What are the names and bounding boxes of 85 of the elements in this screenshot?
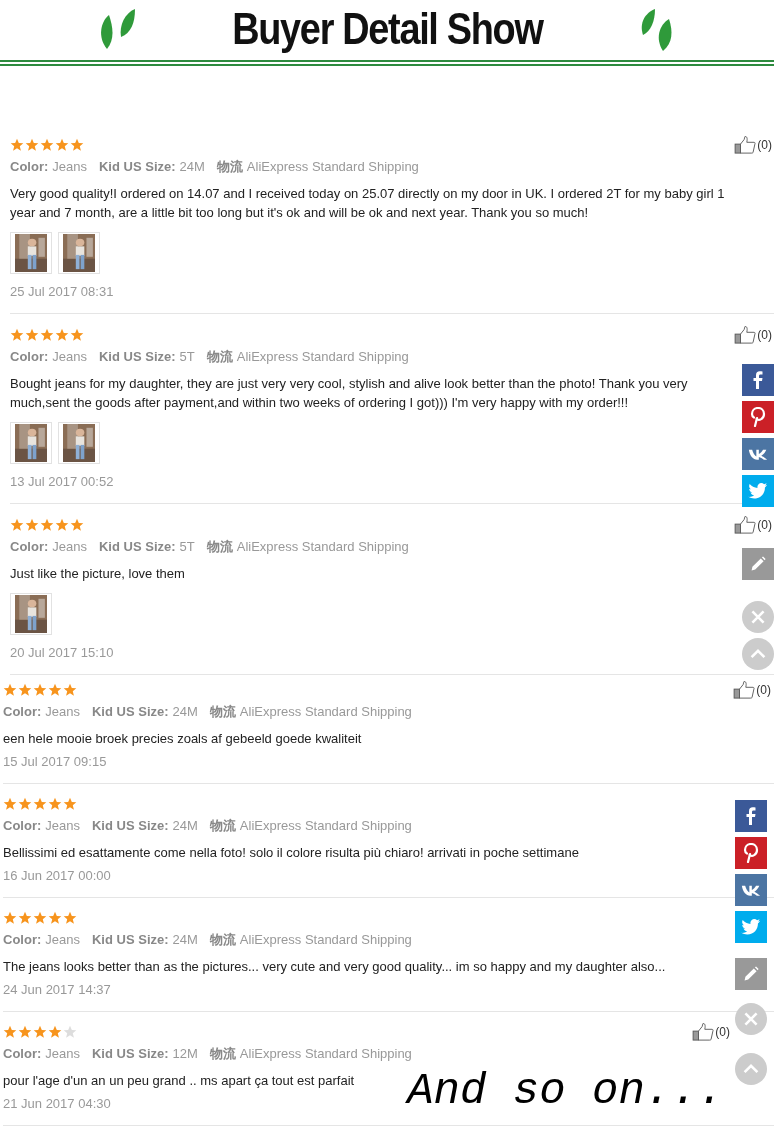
vk-button[interactable] — [742, 438, 774, 470]
shipping-label: 物流 — [206, 349, 233, 364]
shipping-label: 物流 — [216, 159, 243, 174]
review-text: een hele mooie broek precies zoals af gebeeld goede kwaliteit — [3, 730, 362, 748]
pinterest-button[interactable] — [742, 401, 774, 433]
pencil-icon — [750, 556, 766, 572]
close-icon — [743, 1011, 759, 1027]
color-label: Color: — [3, 1046, 42, 1061]
thumbs-up-icon[interactable] — [733, 681, 756, 699]
like-count: (0) — [756, 683, 771, 697]
color-value: Jeans — [45, 818, 80, 833]
bird-icon — [741, 917, 761, 937]
shipping-value: AliExpress Standard Shipping — [239, 1046, 412, 1061]
size-label: Kid US Size: — [99, 159, 176, 174]
color-value: Jeans — [52, 159, 87, 174]
size-value: 24M — [172, 704, 198, 719]
color-label: Color: — [3, 704, 42, 719]
review-date: 13 Jul 2017 00:52 — [10, 474, 114, 489]
thumbs-up-icon[interactable] — [734, 136, 757, 154]
edit-button[interactable] — [735, 958, 767, 990]
review-date: 24 Jun 2017 14:37 — [3, 982, 111, 997]
close-icon — [750, 609, 766, 625]
review-text: Bellissimi ed esattamente come nella foto! solo il colore risulta più chiaro! arrivati in poche settimane — [3, 844, 579, 862]
shipping-value: AliExpress Standard Shipping — [239, 818, 412, 833]
edit-button[interactable] — [742, 548, 774, 580]
facebook-button[interactable] — [735, 800, 767, 832]
size-label: Kid US Size: — [99, 349, 176, 364]
color-value: Jeans — [52, 539, 87, 554]
thumbs-up-icon[interactable] — [692, 1023, 715, 1041]
bird-icon — [748, 481, 768, 501]
thumbs-up-icon[interactable] — [734, 516, 757, 534]
vk-button[interactable] — [735, 874, 767, 906]
size-value: 24M — [172, 818, 198, 833]
review-text: pour l'age d'un an un peu grand .. ms apart ça tout est parfait — [3, 1072, 355, 1090]
review-text: The jeans looks better than as the pictures... very cute and very good quality... im so happy and my daughter also... — [3, 958, 666, 976]
review-text: Just like the picture, love them — [10, 565, 185, 583]
like-count: (0) — [715, 1025, 730, 1039]
color-value: Jeans — [45, 932, 80, 947]
like-count: (0) — [757, 518, 772, 532]
shipping-value: AliExpress Standard Shipping — [239, 704, 412, 719]
review-date: 21 Jun 2017 04:30 — [3, 1096, 111, 1111]
color-value: Jeans — [45, 1046, 80, 1061]
like-count: (0) — [757, 138, 772, 152]
color-label: Color: — [3, 932, 42, 947]
color-label: Color: — [10, 349, 49, 364]
size-value: 5T — [179, 349, 195, 364]
shipping-value: AliExpress Standard Shipping — [246, 159, 419, 174]
like-count: (0) — [757, 328, 772, 342]
color-value: Jeans — [52, 349, 87, 364]
pencil-icon — [743, 966, 759, 982]
size-label: Kid US Size: — [92, 932, 169, 947]
size-value: 24M — [172, 932, 198, 947]
shipping-label: 物流 — [209, 1046, 236, 1061]
size-label: Kid US Size: — [99, 539, 176, 554]
review-text: Very good quality!I ordered on 14.07 and I received today on 25.07 directly on my door in UK. I ordered 2T for my baby girl 1 year and 7 month, are a little bit too long but it's ok and will be ok and next year. Thank you so much! — [10, 185, 726, 222]
shipping-value: AliExpress Standard Shipping — [236, 539, 409, 554]
twitter-button[interactable] — [742, 475, 774, 507]
color-label: Color: — [10, 159, 49, 174]
size-label: Kid US Size: — [92, 704, 169, 719]
pinterest-logo-icon — [748, 407, 768, 427]
facebook-button[interactable] — [742, 364, 774, 396]
pinterest-button[interactable] — [735, 837, 767, 869]
shipping-label: 物流 — [209, 704, 236, 719]
pinterest-logo-icon — [741, 843, 761, 863]
size-value: 12M — [172, 1046, 198, 1061]
shipping-value: AliExpress Standard Shipping — [236, 349, 409, 364]
color-label: Color: — [10, 539, 49, 554]
twitter-button[interactable] — [735, 911, 767, 943]
size-label: Kid US Size: — [92, 1046, 169, 1061]
color-value: Jeans — [45, 704, 80, 719]
review-date: 25 Jul 2017 08:31 — [10, 284, 114, 299]
shipping-label: 物流 — [209, 932, 236, 947]
size-value: 24M — [179, 159, 205, 174]
shipping-label: 物流 — [206, 539, 233, 554]
shipping-label: 物流 — [209, 818, 236, 833]
thumbs-up-icon[interactable] — [734, 326, 757, 344]
size-value: 5T — [179, 539, 195, 554]
shipping-value: AliExpress Standard Shipping — [239, 932, 412, 947]
review-date: 16 Jun 2017 00:00 — [3, 868, 111, 883]
review-date: 20 Jul 2017 15:10 — [10, 645, 114, 660]
size-label: Kid US Size: — [92, 818, 169, 833]
review-date: 15 Jul 2017 09:15 — [3, 754, 107, 769]
color-label: Color: — [3, 818, 42, 833]
page-title: Buyer Detail Show — [231, 3, 543, 55]
review-text: Bought jeans for my daughter, they are just very very cool, stylish and alive look better than the photo! Thank you very much,sent the goods after payment,and within two weeks of ordering I got))) I'm very happy with my order!!! — [10, 375, 689, 412]
